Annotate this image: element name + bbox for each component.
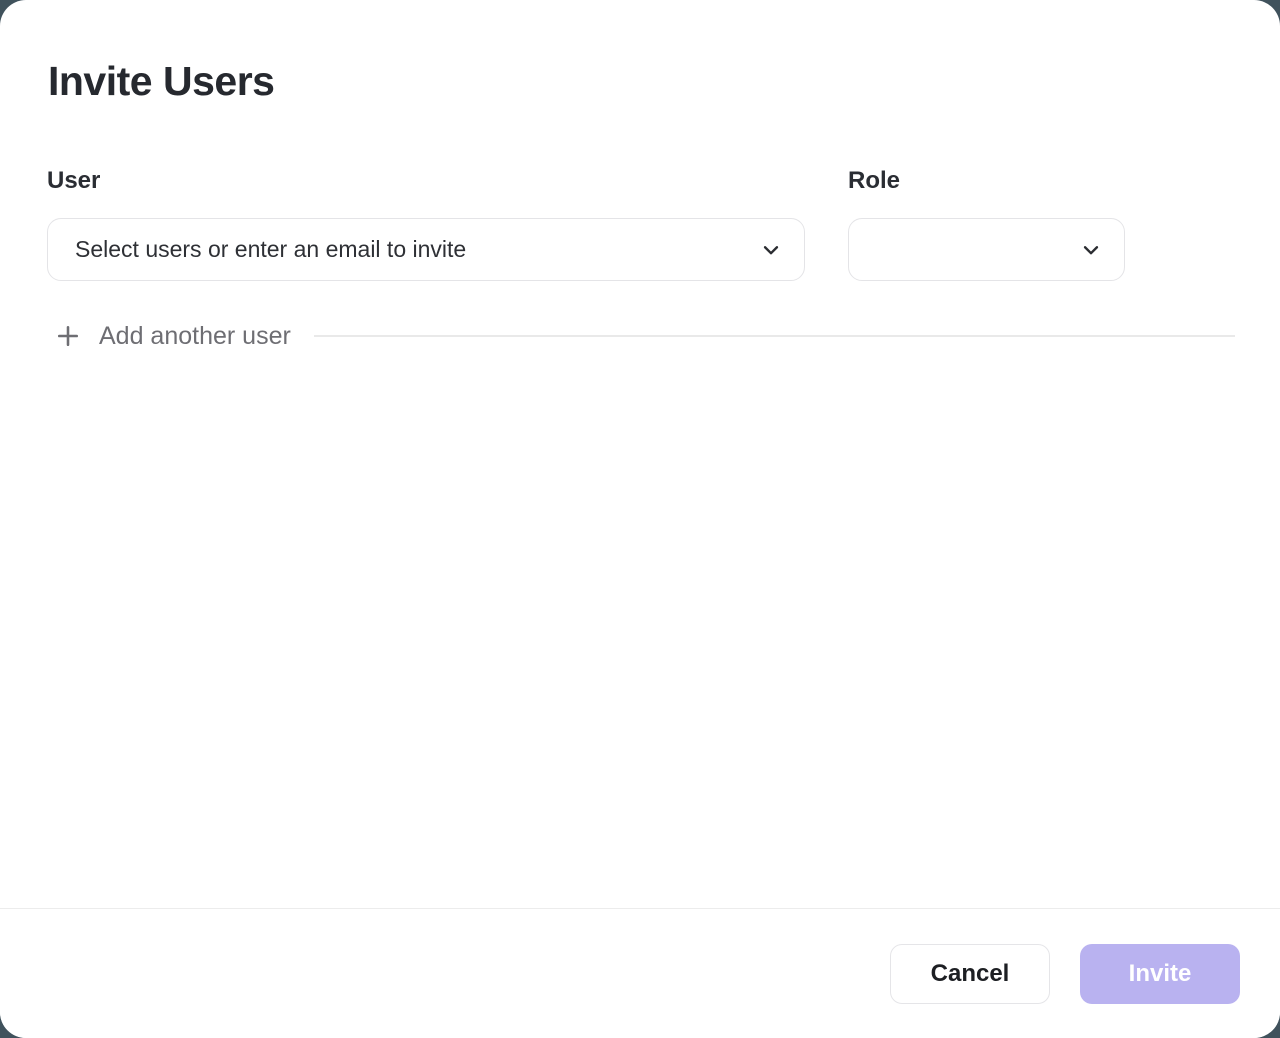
- role-field: Role: [848, 167, 1125, 281]
- user-select-placeholder: Select users or enter an email to invite: [75, 236, 466, 263]
- backdrop: { "modal": { "title": "Invite Users" }, …: [0, 0, 1280, 1038]
- chevron-down-icon: [760, 239, 782, 261]
- plus-icon: [54, 322, 82, 350]
- invite-users-dialog: Invite Users User Select users or enter …: [0, 0, 1280, 1038]
- dialog-title: Invite Users: [47, 58, 1235, 105]
- dialog-body: Invite Users User Select users or enter …: [0, 0, 1280, 908]
- user-field-label: User: [47, 167, 805, 195]
- add-another-user-label: Add another user: [99, 322, 291, 351]
- chevron-down-icon: [1080, 239, 1102, 261]
- add-user-row: Add another user: [47, 318, 1235, 354]
- user-field: User Select users or enter an email to i…: [47, 167, 805, 281]
- cancel-button[interactable]: Cancel: [890, 944, 1050, 1004]
- add-another-user-button[interactable]: Add another user: [54, 322, 291, 351]
- user-select[interactable]: Select users or enter an email to invite: [47, 218, 805, 281]
- divider-line: [314, 335, 1235, 337]
- role-field-label: Role: [848, 167, 1125, 195]
- invite-user-row: User Select users or enter an email to i…: [47, 167, 1235, 281]
- role-select[interactable]: [848, 218, 1125, 281]
- dialog-footer: Cancel Invite: [0, 908, 1280, 1038]
- invite-button[interactable]: Invite: [1080, 944, 1240, 1004]
